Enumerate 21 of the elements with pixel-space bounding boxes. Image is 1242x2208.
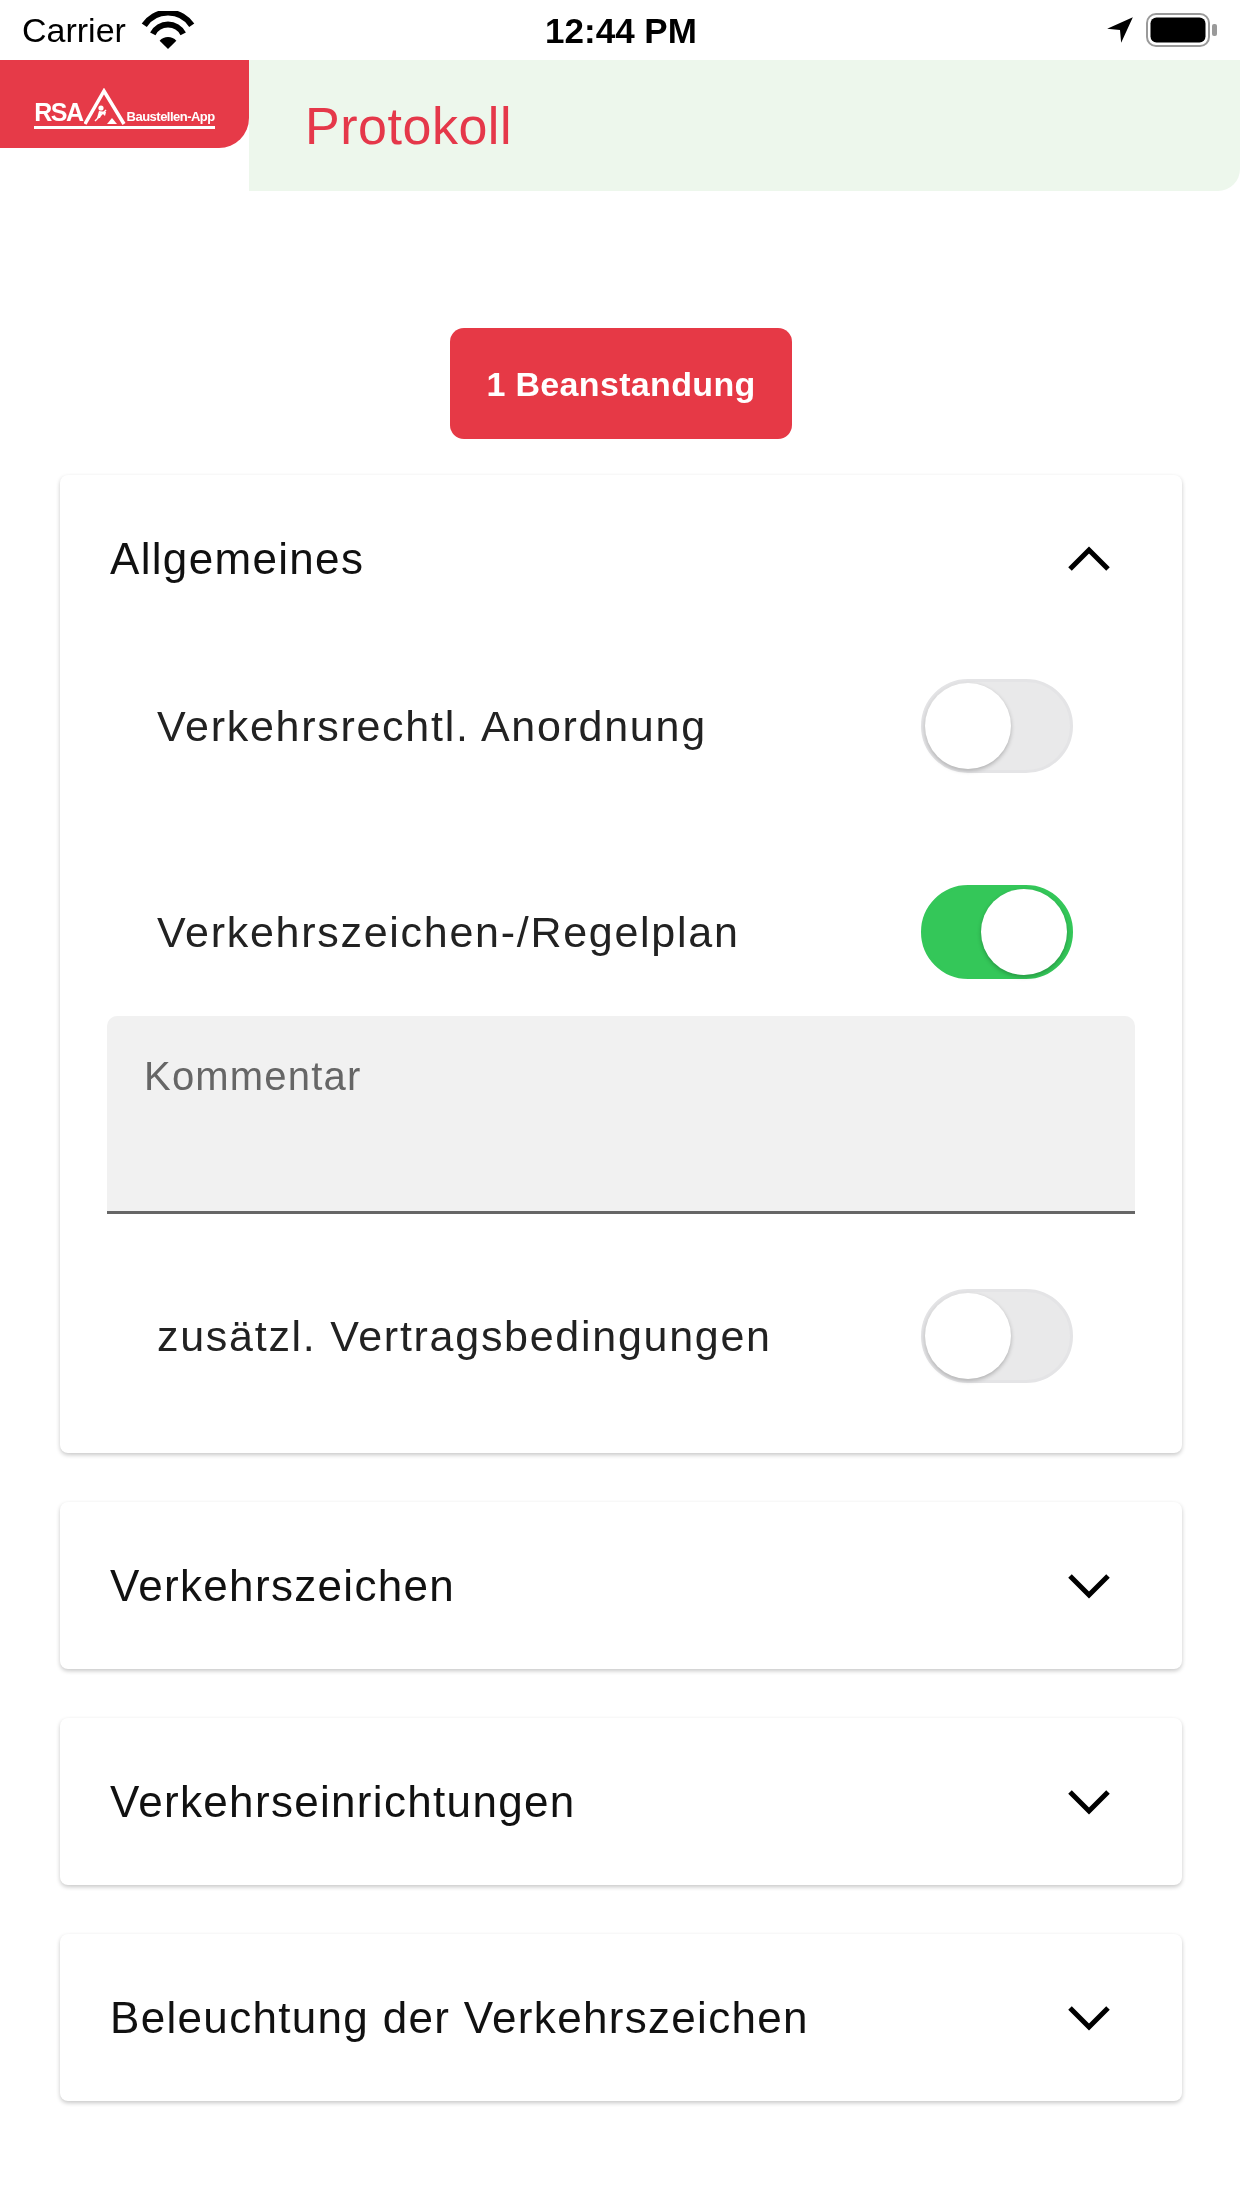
toggle-label: Verkehrsrechtl. Anordnung (157, 704, 707, 748)
toggle-label: zusätzl. Vertragsbedingungen (157, 1314, 772, 1358)
comment-field[interactable]: Kommentar (107, 1016, 1135, 1214)
carrier-label: Carrier (22, 13, 126, 47)
section-header[interactable]: Beleuchtung der Verkehrszeichen (60, 1934, 1182, 2101)
issues-button[interactable]: 1 Beanstandung (450, 328, 792, 439)
toggle-label: Verkehrszeichen-/Regelplan (157, 910, 740, 954)
location-arrow-icon (1106, 16, 1134, 44)
chevron-down-icon (1067, 2003, 1111, 2032)
chevron-up-icon (1067, 544, 1111, 573)
wifi-icon (139, 11, 196, 49)
section-header[interactable]: Verkehrszeichen (60, 1502, 1182, 1669)
logo-subtitle: Baustellen-App (126, 109, 215, 123)
battery-icon (1146, 13, 1218, 47)
logo-brand: RSA (34, 99, 83, 125)
page-title: Protokoll (305, 99, 512, 152)
section-header[interactable]: Verkehrseinrichtungen (60, 1718, 1182, 1885)
clock-time: 12:44 PM (544, 12, 698, 48)
chevron-down-icon (1067, 1571, 1111, 1600)
chevron-down-icon (1067, 1787, 1111, 1816)
section-header[interactable]: Allgemeines (60, 475, 1182, 642)
